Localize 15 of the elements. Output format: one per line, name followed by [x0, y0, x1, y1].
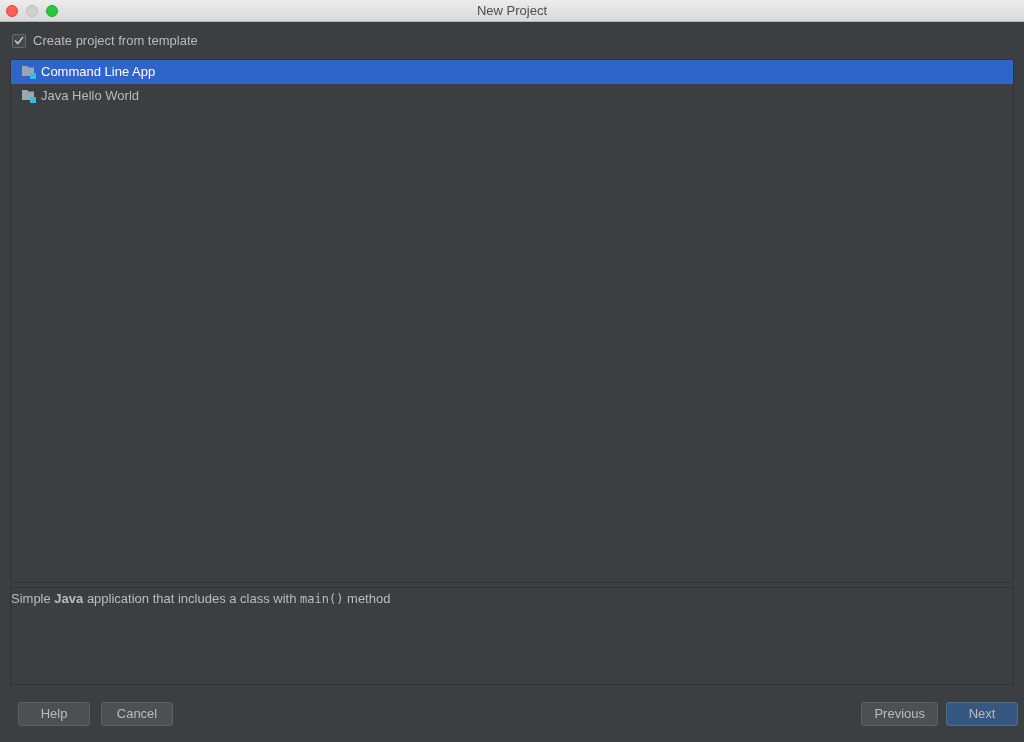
- dialog-button[interactable]: Help: [18, 701, 90, 726]
- template-description: Simple Java application that includes a class with main() method: [11, 590, 391, 608]
- checkmark-icon: [14, 36, 24, 45]
- close-icon[interactable]: [6, 4, 18, 17]
- folder-icon: [22, 65, 36, 79]
- dialog-button[interactable]: Cancel: [101, 701, 173, 726]
- window-title: New Project: [476, 1, 548, 20]
- primary-button[interactable]: Next: [946, 701, 1018, 726]
- template-item[interactable]: Command Line App: [11, 60, 1013, 84]
- folder-icon: [22, 89, 36, 103]
- checkbox[interactable]: [12, 33, 26, 48]
- checkbox-label: Create project from template: [33, 31, 198, 50]
- template-item[interactable]: Java Hello World: [11, 84, 1013, 108]
- dialog-button[interactable]: Previous: [861, 701, 938, 726]
- zoom-icon[interactable]: [46, 4, 58, 17]
